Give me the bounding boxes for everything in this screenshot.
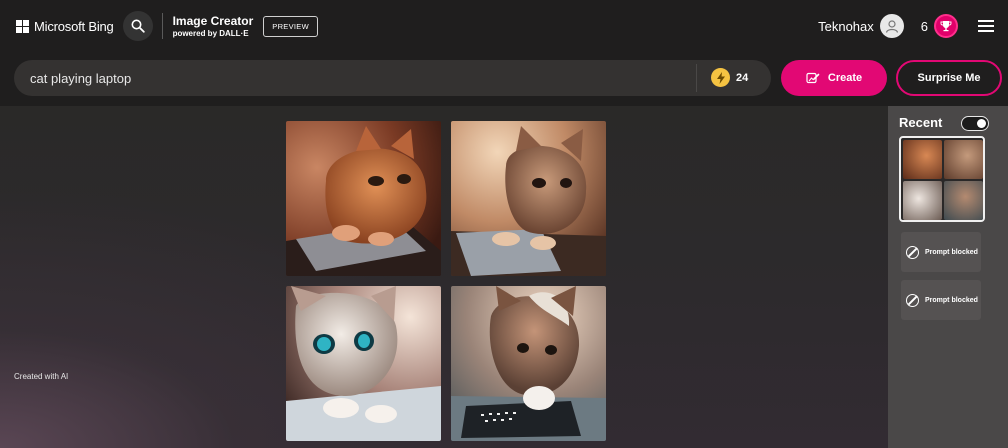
results-area: Created with AI: [0, 106, 888, 448]
image-creator-title-block[interactable]: Image Creator powered by DALL·E: [173, 15, 254, 38]
prompt-divider: [696, 64, 697, 92]
prompt-input[interactable]: [30, 70, 670, 86]
surprise-me-button[interactable]: Surprise Me: [896, 60, 1002, 96]
create-label: Create: [827, 72, 863, 84]
recent-thumb-4: [944, 181, 983, 220]
rewards-count[interactable]: 6: [921, 19, 928, 34]
generated-image-1[interactable]: [286, 121, 441, 276]
boosts-counter[interactable]: 24: [711, 68, 748, 87]
recent-title: Recent: [899, 115, 943, 130]
generated-image-4[interactable]: [451, 286, 606, 441]
recent-toggle[interactable]: [961, 116, 989, 131]
blocked-label: Prompt blocked: [925, 248, 978, 256]
bolt-icon: [711, 68, 730, 87]
prompt-box: 24: [14, 60, 771, 96]
create-icon: [806, 72, 820, 84]
header-divider: [161, 13, 163, 39]
menu-icon[interactable]: [978, 20, 994, 32]
app-subtitle: powered by DALL·E: [172, 28, 249, 38]
recent-item-blocked-2[interactable]: Prompt blocked: [901, 280, 981, 320]
windows-logo-icon: [16, 19, 29, 33]
recent-sidebar: Recent Prompt blocked Prompt blocked: [888, 106, 1008, 448]
recent-thumb-2: [944, 140, 983, 179]
created-with-ai-label: Created with AI: [14, 372, 69, 381]
recent-thumb-3: [903, 181, 942, 220]
blocked-icon: [906, 293, 919, 307]
recent-item-blocked-1[interactable]: Prompt blocked: [901, 232, 981, 272]
blocked-label: Prompt blocked: [925, 296, 978, 304]
brand-name: Microsoft Bing: [34, 18, 114, 34]
recent-thumb-1: [903, 140, 942, 179]
recent-item-thumbnail[interactable]: [899, 136, 985, 222]
bing-logo[interactable]: Microsoft Bing: [16, 19, 114, 34]
generated-image-3[interactable]: [286, 286, 441, 441]
user-avatar-icon[interactable]: [879, 14, 904, 38]
generated-image-2[interactable]: [451, 121, 606, 276]
top-header: Microsoft Bing Image Creator powered by …: [0, 0, 1008, 52]
create-button[interactable]: Create: [781, 60, 887, 96]
username[interactable]: Teknohax: [818, 19, 874, 34]
app-title: Image Creator: [172, 13, 254, 28]
search-button[interactable]: [122, 11, 153, 41]
boosts-count: 24: [736, 71, 749, 84]
surprise-label: Surprise Me: [917, 72, 981, 84]
prompt-toolbar: 24 Create Surprise Me: [0, 52, 1008, 106]
trophy-icon[interactable]: [934, 14, 958, 38]
preview-badge: PREVIEW: [263, 15, 318, 37]
search-icon: [131, 19, 145, 33]
blocked-icon: [906, 245, 919, 259]
